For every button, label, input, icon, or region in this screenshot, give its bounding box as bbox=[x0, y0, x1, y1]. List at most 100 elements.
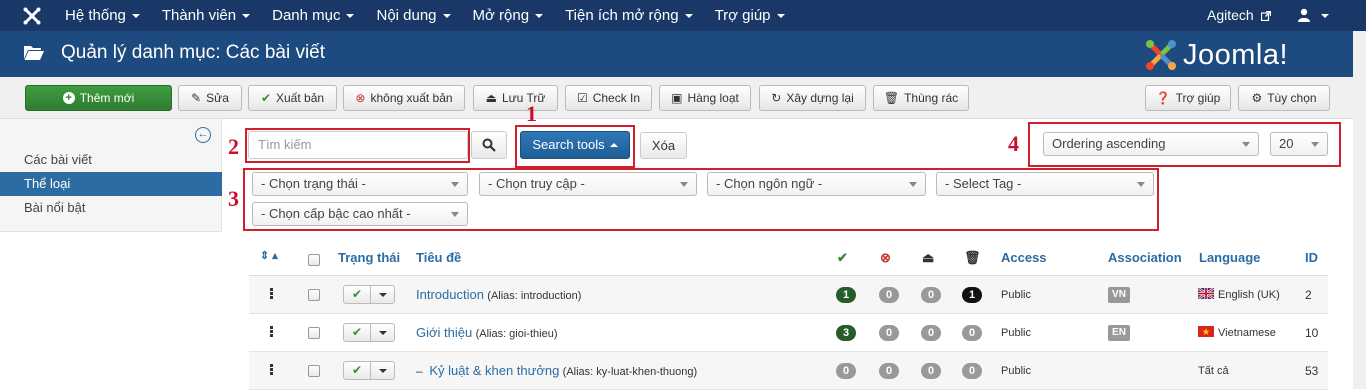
checkbox-icon: ☑ bbox=[576, 91, 588, 105]
id-cell: 2 bbox=[1305, 288, 1312, 302]
archive-button[interactable]: ⏏ Lưu Trữ bbox=[473, 85, 558, 111]
published-column-icon[interactable]: ✔ bbox=[837, 250, 848, 266]
archived-count-badge[interactable]: 0 bbox=[921, 363, 941, 379]
options-button[interactable]: ⚙ Tùy chọn bbox=[1238, 85, 1330, 111]
status-toggle[interactable]: ✔ bbox=[343, 285, 395, 304]
published-count-badge[interactable]: 3 bbox=[836, 325, 856, 341]
menu-users[interactable]: Thành viên bbox=[151, 0, 261, 31]
edit-button[interactable]: ✎ Sửa bbox=[178, 85, 242, 111]
trashed-count-badge[interactable]: 0 bbox=[962, 325, 982, 341]
menu-help[interactable]: Trợ giúp bbox=[704, 0, 796, 31]
menu-system[interactable]: Hệ thống bbox=[54, 0, 151, 31]
select-all-checkbox[interactable] bbox=[308, 254, 320, 266]
category-title-link[interactable]: Kỷ luật & khen thưởng bbox=[429, 363, 559, 378]
column-language[interactable]: Language bbox=[1199, 250, 1260, 265]
caret-down-icon[interactable] bbox=[371, 362, 394, 379]
archived-count-badge[interactable]: 0 bbox=[921, 287, 941, 303]
annotation-box-4 bbox=[1028, 122, 1341, 167]
menu-menus[interactable]: Danh mục bbox=[261, 0, 365, 31]
language-cell: Tất cả bbox=[1198, 365, 1229, 377]
toolbar: + Thêm mới ✎ Sửa ✔ Xuất bản ⊗ không xuất bản… bbox=[0, 77, 1353, 119]
menu-extensions[interactable]: Mở rộng bbox=[462, 0, 555, 31]
caret-down-icon bbox=[131, 14, 140, 19]
id-cell: 53 bbox=[1305, 364, 1319, 378]
published-count-badge[interactable]: 1 bbox=[836, 287, 856, 303]
collapse-sidebar-icon[interactable]: ← bbox=[195, 127, 211, 143]
column-id[interactable]: ID bbox=[1305, 250, 1318, 265]
unpublished-count-badge[interactable]: 0 bbox=[879, 325, 899, 341]
caret-down-icon[interactable] bbox=[1321, 14, 1329, 18]
edit-icon: ✎ bbox=[191, 91, 202, 105]
caret-down-icon[interactable] bbox=[371, 324, 394, 341]
title-bar: Quản lý danh mục: Các bài viết Joomla! bbox=[0, 31, 1366, 77]
user-icon[interactable] bbox=[1297, 8, 1311, 22]
category-title-link[interactable]: Introduction bbox=[416, 287, 484, 302]
search-button[interactable] bbox=[471, 131, 507, 159]
unpublished-count-badge[interactable]: 0 bbox=[879, 363, 899, 379]
cancel-circle-icon: ⊗ bbox=[355, 91, 366, 105]
column-title[interactable]: Tiêu đề bbox=[416, 250, 461, 265]
column-association[interactable]: Association bbox=[1108, 250, 1182, 265]
drag-handle-icon[interactable] bbox=[270, 326, 273, 338]
access-cell: Public bbox=[1001, 365, 1031, 377]
title-cell: Giới thiệu (Alias: gioi-thieu) bbox=[416, 314, 557, 352]
association-badge[interactable]: EN bbox=[1108, 325, 1130, 341]
publish-button[interactable]: ✔ Xuất bản bbox=[248, 85, 337, 111]
trashed-column-icon[interactable]: 🗑 bbox=[964, 250, 981, 266]
status-toggle[interactable]: ✔ bbox=[343, 361, 395, 380]
title-cell: Introduction (Alias: introduction) bbox=[416, 276, 581, 314]
page-title: Quản lý danh mục: Các bài viết bbox=[61, 42, 326, 63]
vertical-scrollbar[interactable] bbox=[1353, 31, 1366, 389]
menu-components[interactable]: Tiện ích mở rộng bbox=[554, 0, 704, 31]
sidebar-item-categories[interactable]: Thể loại bbox=[0, 172, 222, 196]
check-icon[interactable]: ✔ bbox=[344, 362, 371, 379]
refresh-icon: ↻ bbox=[771, 91, 782, 105]
association-badge[interactable]: VN bbox=[1108, 287, 1130, 303]
joomla-logo-icon[interactable] bbox=[22, 6, 42, 26]
button-label: Check In bbox=[592, 91, 641, 105]
unpublished-column-icon[interactable]: ⊗ bbox=[880, 250, 891, 266]
row-checkbox[interactable] bbox=[308, 289, 320, 301]
trashed-count-badge[interactable]: 1 bbox=[962, 287, 982, 303]
new-button[interactable]: + Thêm mới bbox=[25, 85, 172, 111]
clear-button[interactable]: Xóa bbox=[640, 132, 687, 159]
archived-count-badge[interactable]: 0 bbox=[921, 325, 941, 341]
archived-column-icon[interactable]: ⏏ bbox=[922, 250, 934, 266]
checkin-button[interactable]: ☑ Check In bbox=[565, 85, 652, 111]
column-status[interactable]: Trạng thái bbox=[338, 250, 400, 265]
trashed-count-badge[interactable]: 0 bbox=[962, 363, 982, 379]
sidebar-item-articles[interactable]: Các bài viết bbox=[0, 148, 222, 172]
ordering-sort-icon[interactable]: ⇕ ▴ bbox=[260, 249, 278, 262]
caret-down-icon[interactable] bbox=[371, 286, 394, 303]
button-label: Xuất bản bbox=[276, 91, 325, 105]
unpublish-button[interactable]: ⊗ không xuất bản bbox=[343, 85, 465, 111]
published-count-badge[interactable]: 0 bbox=[836, 363, 856, 379]
sidebar-item-featured[interactable]: Bài nổi bật bbox=[0, 196, 222, 220]
category-title-link[interactable]: Giới thiệu bbox=[416, 325, 472, 340]
check-icon[interactable]: ✔ bbox=[344, 286, 371, 303]
drag-handle-icon[interactable] bbox=[270, 364, 273, 376]
status-toggle[interactable]: ✔ bbox=[343, 323, 395, 342]
caret-down-icon bbox=[535, 14, 544, 19]
trash-button[interactable]: 🗑 Thùng rác bbox=[873, 85, 969, 111]
unpublished-count-badge[interactable]: 0 bbox=[879, 287, 899, 303]
caret-down-icon bbox=[684, 14, 693, 19]
check-icon[interactable]: ✔ bbox=[344, 324, 371, 341]
level-indent: – bbox=[416, 364, 423, 378]
menu-content[interactable]: Nội dung bbox=[365, 0, 461, 31]
column-access[interactable]: Access bbox=[1001, 250, 1047, 265]
row-checkbox[interactable] bbox=[308, 365, 320, 377]
button-label: không xuất bản bbox=[370, 91, 453, 105]
help-button[interactable]: ❓ Trợ giúp bbox=[1145, 85, 1231, 111]
annotation-number-1: 1 bbox=[526, 101, 537, 126]
annotation-number-2: 2 bbox=[228, 134, 239, 159]
row-checkbox[interactable] bbox=[308, 327, 320, 339]
drag-handle-icon[interactable] bbox=[270, 288, 273, 300]
batch-button[interactable]: ▣ Hàng loạt bbox=[659, 85, 751, 111]
site-link[interactable]: Agitech bbox=[1207, 0, 1271, 31]
joomla-brand: Joomla! bbox=[1143, 37, 1288, 73]
rebuild-button[interactable]: ↻ Xây dựng lại bbox=[759, 85, 866, 111]
menu-label: Thành viên bbox=[161, 7, 237, 24]
title-cell: – Kỷ luật & khen thưởng (Alias: ky-luat-… bbox=[416, 352, 697, 390]
question-circle-icon: ❓ bbox=[1155, 91, 1171, 105]
